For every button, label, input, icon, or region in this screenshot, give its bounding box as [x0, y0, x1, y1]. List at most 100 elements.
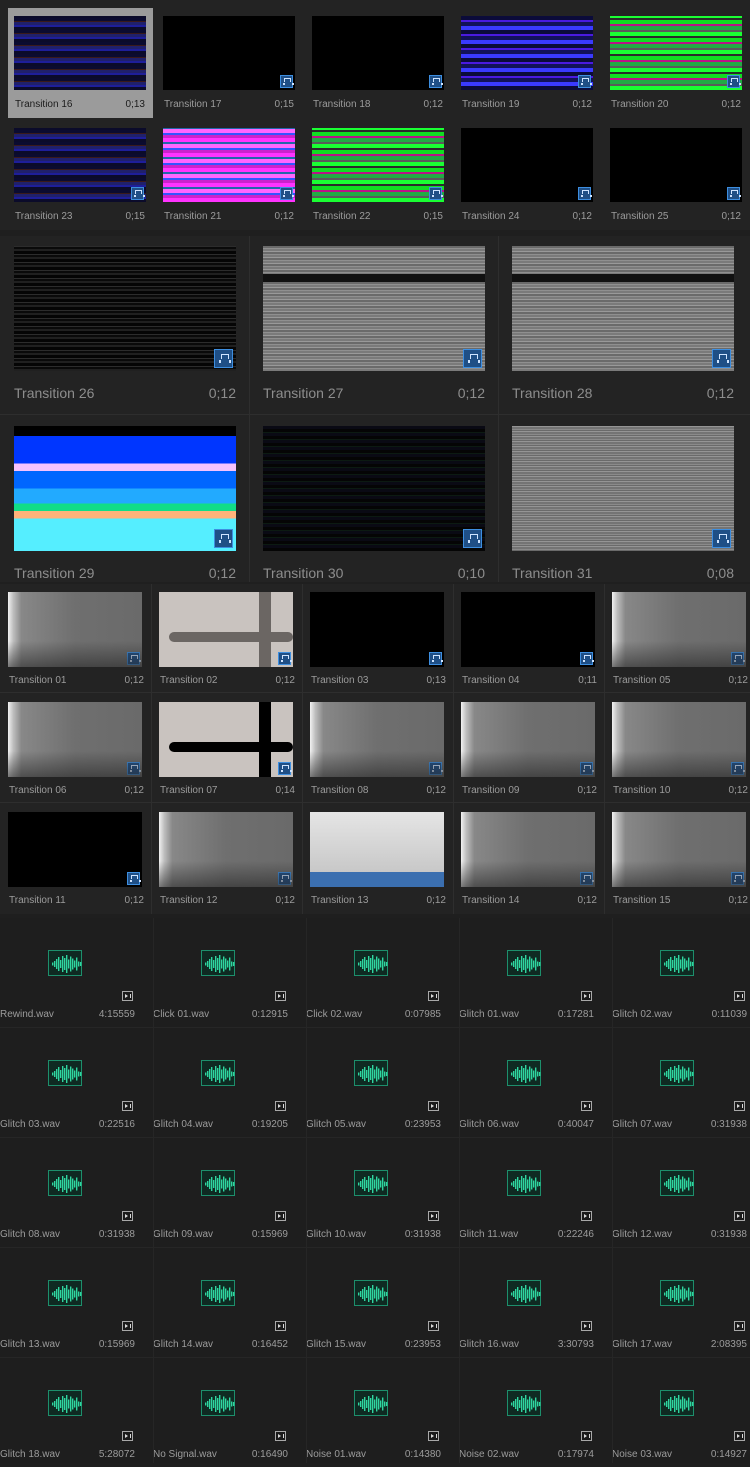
transition-thumbnail	[512, 426, 734, 551]
transitions-grid-small-a: Transition 16 0;13 Transition 17 0;15 Transi…	[0, 0, 750, 230]
audio-clip-icon	[275, 1211, 286, 1221]
transition-item[interactable]: Transition 09 0;12	[455, 694, 603, 802]
effect-badge-icon	[278, 872, 292, 885]
audio-item[interactable]: Glitch 02.wav 0:11039	[612, 918, 750, 1027]
transition-item[interactable]: Transition 18 0;12	[306, 8, 451, 118]
waveform-icon	[354, 1280, 388, 1306]
audio-item[interactable]: Glitch 08.wav 0:31938	[0, 1138, 152, 1247]
audio-item[interactable]: Glitch 05.wav 0:23953	[306, 1028, 458, 1137]
transition-label: Transition 06	[9, 785, 67, 796]
audio-item[interactable]: Glitch 17.wav 2:08395	[612, 1248, 750, 1357]
effect-badge-icon	[280, 75, 294, 88]
transition-item[interactable]: Transition 10 0;12	[606, 694, 750, 802]
transition-item[interactable]: Transition 01 0;12	[2, 584, 150, 692]
transition-item[interactable]: Transition 08 0;12	[304, 694, 452, 802]
transition-label: Transition 18	[313, 99, 371, 110]
audio-item[interactable]: Glitch 03.wav 0:22516	[0, 1028, 152, 1137]
transition-duration: 0;12	[423, 99, 443, 110]
audio-item[interactable]: Glitch 01.wav 0:17281	[459, 918, 611, 1027]
transition-duration: 0;12	[457, 385, 485, 401]
transition-label: Transition 09	[462, 785, 520, 796]
transition-duration: 0;12	[124, 675, 144, 686]
transition-item[interactable]: Transition 07 0;14	[153, 694, 301, 802]
audio-item[interactable]: Glitch 12.wav 0:31938	[612, 1138, 750, 1247]
effect-badge-icon	[214, 349, 233, 368]
transition-duration: 0;12	[706, 385, 734, 401]
transition-item[interactable]: Transition 28 0;12	[500, 236, 746, 414]
audio-label: Noise 03.wav	[612, 1449, 673, 1460]
audio-clip-icon	[581, 991, 592, 1001]
audio-label: Glitch 13.wav	[0, 1339, 61, 1350]
audio-clip-icon	[122, 1321, 133, 1331]
audio-item[interactable]: Noise 01.wav 0:14380	[306, 1358, 458, 1467]
transition-item[interactable]: Transition 04 0;11	[455, 584, 603, 692]
transition-item[interactable]: Transition 05 0;12	[606, 584, 750, 692]
transition-item[interactable]: Transition 06 0;12	[2, 694, 150, 802]
transition-item[interactable]: Transition 26 0;12	[2, 236, 248, 414]
transition-item[interactable]: Transition 14 0;12	[455, 804, 603, 912]
transition-item[interactable]: Transition 16 0;13	[8, 8, 153, 118]
audio-item[interactable]: Noise 03.wav 0:14927	[612, 1358, 750, 1467]
transition-label: Transition 20	[611, 99, 669, 110]
transition-duration: 0;12	[721, 211, 741, 222]
effect-badge-icon	[463, 529, 482, 548]
audio-item[interactable]: Click 01.wav 0:12915	[153, 918, 305, 1027]
transition-item[interactable]: Transition 20 0;12	[604, 8, 749, 118]
audio-item[interactable]: Rewind.wav 4:15559	[0, 918, 152, 1027]
transition-thumbnail	[610, 128, 742, 202]
audio-duration: 0:23953	[404, 1339, 441, 1350]
transition-duration: 0;12	[721, 99, 741, 110]
audio-grid: Rewind.wav 4:15559 Click 01.wav 0:12915 Clic…	[0, 918, 750, 1463]
transition-item[interactable]: Transition 31 0;08	[500, 416, 746, 594]
audio-clip-icon	[275, 1431, 286, 1441]
transition-item[interactable]: Transition 17 0;15	[157, 8, 302, 118]
audio-item[interactable]: Glitch 04.wav 0:19205	[153, 1028, 305, 1137]
audio-duration: 0:14380	[404, 1449, 441, 1460]
transition-item[interactable]: Transition 27 0;12	[251, 236, 497, 414]
transition-item[interactable]: Transition 12 0;12	[153, 804, 301, 912]
transition-item[interactable]: Transition 13 0;12	[304, 804, 452, 912]
transition-item[interactable]: Transition 22 0;15	[306, 120, 451, 230]
transition-item[interactable]: Transition 23 0;15	[8, 120, 153, 230]
audio-item[interactable]: Glitch 06.wav 0:40047	[459, 1028, 611, 1137]
transition-duration: 0;12	[124, 785, 144, 796]
transition-duration: 0;12	[274, 211, 294, 222]
transition-duration: 0;12	[728, 785, 748, 796]
transition-item[interactable]: Transition 11 0;12	[2, 804, 150, 912]
audio-clip-icon	[428, 1211, 439, 1221]
transition-thumbnail	[310, 812, 444, 887]
audio-item[interactable]: Glitch 15.wav 0:23953	[306, 1248, 458, 1357]
audio-item[interactable]: Glitch 16.wav 3:30793	[459, 1248, 611, 1357]
audio-item[interactable]: Glitch 14.wav 0:16452	[153, 1248, 305, 1357]
transition-thumbnail	[263, 426, 485, 551]
audio-item[interactable]: Glitch 10.wav 0:31938	[306, 1138, 458, 1247]
audio-item[interactable]: Noise 02.wav 0:17974	[459, 1358, 611, 1467]
audio-item[interactable]: Glitch 09.wav 0:15969	[153, 1138, 305, 1247]
transition-item[interactable]: Transition 02 0;12	[153, 584, 301, 692]
transition-item[interactable]: Transition 21 0;12	[157, 120, 302, 230]
audio-label: Noise 02.wav	[459, 1449, 520, 1460]
effect-badge-icon	[580, 652, 594, 665]
audio-item[interactable]: Glitch 07.wav 0:31938	[612, 1028, 750, 1137]
audio-clip-icon	[428, 991, 439, 1001]
transition-item[interactable]: Transition 24 0;12	[455, 120, 600, 230]
transition-item[interactable]: Transition 19 0;12	[455, 8, 600, 118]
audio-item[interactable]: No Signal.wav 0:16490	[153, 1358, 305, 1467]
effect-badge-icon	[712, 529, 731, 548]
audio-item[interactable]: Glitch 13.wav 0:15969	[0, 1248, 152, 1357]
audio-item[interactable]: Glitch 18.wav 5:28072	[0, 1358, 152, 1467]
transition-item[interactable]: Transition 15 0;12	[606, 804, 750, 912]
transition-thumbnail	[461, 592, 595, 667]
transition-thumbnail	[8, 702, 142, 777]
transition-item[interactable]: Transition 03 0;13	[304, 584, 452, 692]
transition-item[interactable]: Transition 30 0;10	[251, 416, 497, 594]
transition-label: Transition 17	[164, 99, 222, 110]
audio-item[interactable]: Glitch 11.wav 0:22246	[459, 1138, 611, 1247]
audio-item[interactable]: Click 02.wav 0:07985	[306, 918, 458, 1027]
transitions-grid-large: Transition 26 0;12 Transition 27 0;12 Transi…	[0, 236, 750, 582]
transition-item[interactable]: Transition 29 0;12	[2, 416, 248, 594]
transition-thumbnail	[159, 592, 293, 667]
transition-label: Transition 07	[160, 785, 218, 796]
transition-duration: 0;15	[125, 211, 145, 222]
transition-item[interactable]: Transition 25 0;12	[604, 120, 749, 230]
